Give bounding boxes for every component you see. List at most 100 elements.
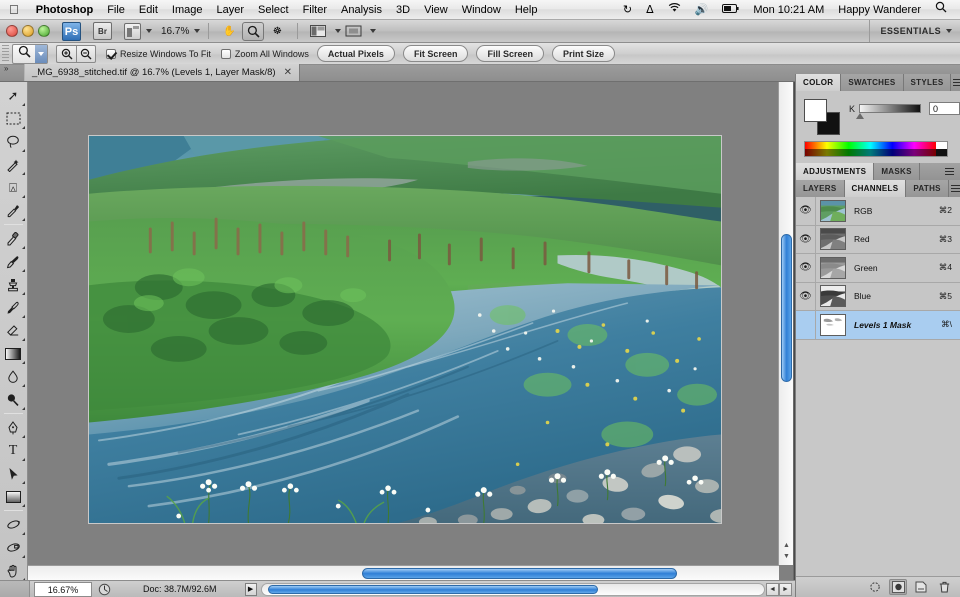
color-spectrum-ramp[interactable] — [804, 141, 948, 157]
quick-selection-tool[interactable] — [0, 153, 26, 176]
path-selection-tool[interactable] — [0, 462, 26, 485]
channel-row-levels-1-mask[interactable]: Levels 1 Mask ⌘\ — [796, 311, 960, 340]
menu-item-file[interactable]: File — [100, 0, 132, 20]
rectangle-shape-tool[interactable] — [0, 485, 26, 508]
lasso-tool[interactable] — [0, 130, 26, 153]
tab-adjustments[interactable]: ADJUSTMENTS — [796, 163, 874, 180]
os-clock[interactable]: Mon 10:21 AM — [746, 0, 831, 20]
channel-visibility-eye-icon[interactable]: 👁 — [796, 282, 816, 310]
move-tool[interactable]: ➚ — [0, 84, 26, 107]
resize-windows-to-fit-option[interactable]: Resize Windows To Fit — [106, 49, 211, 59]
healing-brush-tool[interactable] — [0, 227, 26, 250]
tab-styles[interactable]: STYLES — [904, 74, 952, 91]
tool-preset-picker[interactable] — [12, 44, 48, 64]
tab-swatches[interactable]: SWATCHES — [841, 74, 903, 91]
menu-item-3d[interactable]: 3D — [389, 0, 417, 20]
menu-item-help[interactable]: Help — [508, 0, 545, 20]
brush-tool[interactable] — [0, 250, 26, 273]
channel-visibility-eye-icon[interactable]: 👁 — [796, 225, 816, 253]
hand-tool-icon[interactable]: ✋ — [218, 22, 240, 41]
k-slider-thumb[interactable] — [856, 113, 864, 119]
scroll-up-arrow-icon[interactable]: ▲ — [782, 542, 791, 551]
spotlight-search-icon[interactable] — [928, 0, 954, 20]
tab-color[interactable]: COLOR — [796, 74, 841, 91]
scroll-down-arrow-icon[interactable]: ▼ — [782, 553, 791, 562]
document-image[interactable] — [88, 135, 722, 524]
eraser-tool[interactable] — [0, 319, 26, 342]
os-user-name[interactable]: Happy Wanderer — [831, 0, 928, 20]
channel-row-rgb[interactable]: 👁 RGB ⌘2 — [796, 197, 960, 226]
adjustments-panel-menu-icon[interactable] — [943, 166, 956, 177]
tab-layers[interactable]: LAYERS — [796, 180, 845, 197]
arrange-chevron-down-icon[interactable] — [335, 29, 341, 33]
close-document-icon[interactable]: ✕ — [284, 67, 292, 78]
canvas-vertical-scrollbar[interactable]: ▲ ▼ — [778, 82, 793, 565]
print-size-button[interactable]: Print Size — [552, 45, 615, 62]
3d-rotate-tool[interactable] — [0, 513, 26, 536]
menu-item-edit[interactable]: Edit — [132, 0, 165, 20]
timing-icon[interactable] — [95, 582, 113, 597]
view-zoom-chevron-down-icon[interactable] — [194, 29, 200, 33]
menu-item-layer[interactable]: Layer — [209, 0, 251, 20]
screen-mode-chevron-down-icon[interactable] — [370, 29, 376, 33]
document-tab[interactable]: _MG_6938_stitched.tif @ 16.7% (Levels 1,… — [24, 64, 300, 81]
vertical-scroll-thumb[interactable] — [781, 234, 792, 382]
hand-tool[interactable] — [0, 559, 26, 582]
eyedropper-tool[interactable] — [0, 199, 26, 222]
pen-tool[interactable] — [0, 416, 26, 439]
actual-pixels-button[interactable]: Actual Pixels — [317, 45, 395, 62]
dodge-tool[interactable] — [0, 388, 26, 411]
status-zoom-field[interactable]: 16.67% — [34, 582, 92, 597]
status-bar-menu-arrow-icon[interactable]: ▶ — [245, 583, 257, 596]
workspace-switcher[interactable]: ESSENTIALS — [869, 20, 960, 42]
channels-panel-menu-icon[interactable] — [949, 183, 960, 194]
close-window-button[interactable] — [6, 25, 18, 37]
mini-bridge-icon[interactable] — [124, 23, 141, 40]
panel-expand-arrows-icon[interactable]: » — [0, 64, 24, 81]
channel-row-green[interactable]: 👁 Green ⌘4 — [796, 254, 960, 283]
color-panel-foreground-swatch[interactable] — [804, 99, 827, 122]
arrange-documents-icon[interactable] — [307, 22, 329, 41]
options-bar-grip[interactable] — [2, 45, 9, 63]
spectrum-end-swatches[interactable] — [936, 142, 947, 156]
channel-row-red[interactable]: 👁 Red ⌘3 — [796, 226, 960, 255]
workspace-chevron-down-icon[interactable] — [946, 29, 952, 33]
channel-row-blue[interactable]: 👁 Blue ⌘5 — [796, 283, 960, 312]
save-selection-as-channel-icon[interactable] — [889, 579, 907, 595]
refresh-icon[interactable]: ↻ — [616, 0, 639, 20]
marquee-tool[interactable] — [0, 107, 26, 130]
menu-item-filter[interactable]: Filter — [296, 0, 334, 20]
menu-item-view[interactable]: View — [417, 0, 455, 20]
tab-channels[interactable]: CHANNELS — [845, 180, 907, 197]
tool-preset-chevron-down-icon[interactable] — [35, 45, 47, 63]
window-horizontal-scrollbar[interactable] — [261, 583, 765, 596]
tab-masks[interactable]: MASKS — [874, 163, 919, 180]
wifi-icon[interactable] — [661, 0, 688, 20]
menu-item-window[interactable]: Window — [455, 0, 508, 20]
menu-item-select[interactable]: Select — [251, 0, 296, 20]
battery-icon[interactable] — [715, 0, 746, 20]
rotate-view-tool-icon[interactable]: ☸ — [266, 22, 288, 41]
zoom-out-button[interactable] — [76, 45, 96, 63]
color-panel-menu-icon[interactable] — [951, 77, 960, 88]
channel-visibility-eye-icon[interactable]: 👁 — [796, 254, 816, 282]
fit-screen-button[interactable]: Fit Screen — [403, 45, 469, 62]
channel-visibility-eye-icon[interactable]: 👁 — [796, 197, 816, 225]
screen-mode-icon[interactable] — [342, 22, 364, 41]
crop-tool[interactable]: ⍓ — [0, 176, 26, 199]
canvas-horizontal-scrollbar[interactable] — [28, 565, 779, 580]
zoom-tool-icon[interactable] — [242, 22, 264, 41]
volume-icon[interactable]: 🔊 — [688, 0, 716, 20]
view-zoom-level[interactable]: 16.7% — [161, 26, 189, 37]
zoom-all-windows-option[interactable]: Zoom All Windows — [221, 49, 309, 59]
gradient-tool[interactable] — [0, 342, 26, 365]
window-scroll-thumb[interactable] — [268, 585, 598, 594]
mini-bridge-chevron-down-icon[interactable] — [146, 29, 152, 33]
fill-screen-button[interactable]: Fill Screen — [476, 45, 544, 62]
resize-windows-checkbox[interactable] — [106, 49, 116, 59]
zoom-all-windows-checkbox[interactable] — [221, 49, 231, 59]
horizontal-scroll-thumb[interactable] — [362, 568, 677, 579]
menu-app-name[interactable]: Photoshop — [29, 0, 100, 20]
zoom-window-button[interactable] — [38, 25, 50, 37]
scroll-right-arrow-icon[interactable]: ► — [779, 583, 792, 596]
